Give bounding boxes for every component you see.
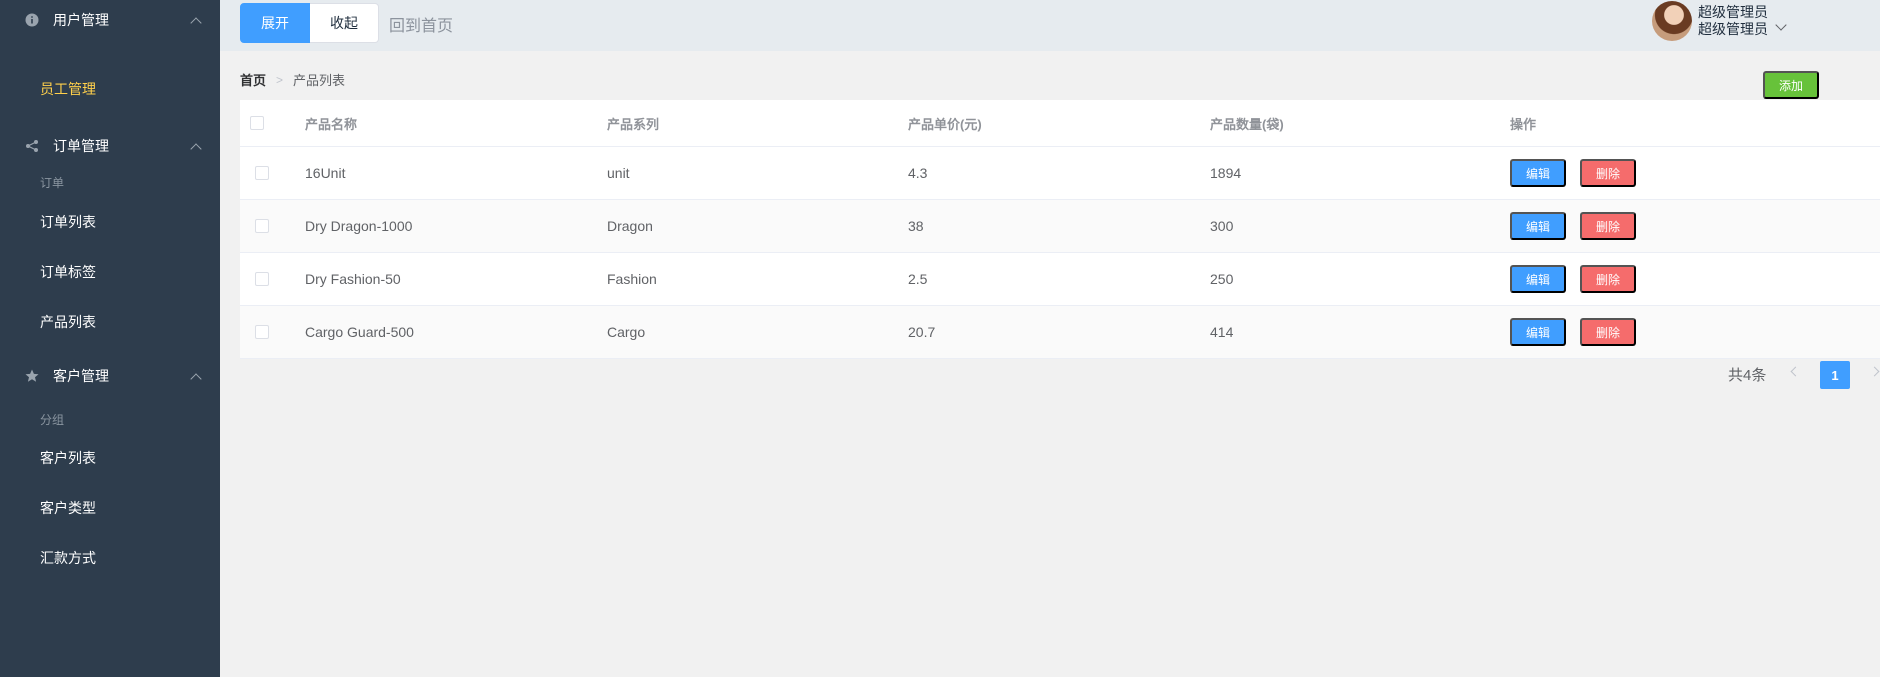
chevron-up-icon (190, 373, 202, 385)
column-header: 产品名称 (305, 116, 358, 132)
menu-item-order-tags[interactable]: 订单标签 (0, 252, 220, 292)
cell-product-series: unit (607, 165, 630, 181)
menu-item-label: 订单列表 (40, 214, 96, 230)
chevron-down-icon[interactable] (1775, 19, 1787, 31)
breadcrumb-current: 产品列表 (293, 73, 346, 88)
cell-product-name: 16Unit (305, 165, 346, 181)
menu-item-remittance-method[interactable]: 汇款方式 (0, 538, 220, 578)
delete-button[interactable]: 删除 (1580, 212, 1636, 240)
row-checkbox[interactable] (255, 166, 269, 180)
chevron-up-icon (190, 17, 202, 29)
row-checkbox[interactable] (255, 272, 269, 286)
menu-item-label: 客户列表 (40, 450, 96, 466)
menu-sub-title-group: 分组 (40, 413, 65, 427)
table-row: Dry Fashion-50 Fashion 2.5 250 编辑 删除 (240, 253, 1880, 306)
cell-product-name: Dry Dragon-1000 (305, 218, 413, 234)
menu-group-user-management[interactable]: 用户管理 (0, 0, 220, 40)
back-to-home-link[interactable]: 回到首页 (389, 12, 453, 36)
edit-button[interactable]: 编辑 (1510, 265, 1566, 293)
chevron-right-icon[interactable] (1869, 366, 1880, 377)
pagination-total: 共4条 (1728, 367, 1767, 384)
user-role-dropdown[interactable]: 超级管理员 (1698, 19, 1768, 39)
star-icon (24, 368, 40, 384)
breadcrumb-home[interactable]: 首页 (240, 70, 266, 89)
column-header: 产品单价(元) (908, 116, 982, 132)
menu-group-label: 用户管理 (53, 12, 109, 28)
cell-product-series: Cargo (607, 324, 646, 340)
delete-button[interactable]: 删除 (1580, 318, 1636, 346)
menu-item-order-list[interactable]: 订单列表 (0, 202, 220, 242)
share-icon (24, 138, 40, 154)
avatar[interactable] (1652, 1, 1692, 41)
menu-group-label: 客户管理 (53, 368, 109, 384)
chevron-left-icon[interactable] (1790, 366, 1801, 377)
table-row: Dry Dragon-1000 Dragon 38 300 编辑 删除 (240, 200, 1880, 253)
breadcrumb-separator-icon: > (276, 72, 284, 87)
column-header: 操作 (1510, 116, 1537, 132)
table-row: 16Unit unit 4.3 1894 编辑 删除 (240, 147, 1880, 200)
collapse-button[interactable]: 收起 (310, 3, 379, 43)
menu-item-label: 客户类型 (40, 500, 96, 516)
edit-button[interactable]: 编辑 (1510, 212, 1566, 240)
cell-product-series: Dragon (607, 218, 653, 234)
breadcrumb: 首页 > 产品列表 (240, 70, 345, 89)
menu-sub-title-order: 订单 (40, 176, 65, 190)
table-row: Cargo Guard-500 Cargo 20.7 414 编辑 删除 (240, 306, 1880, 359)
menu-item-customer-type[interactable]: 客户类型 (0, 488, 220, 528)
sidebar: 用户管理 员工管理 订单管理 订单 订单列表 订单标签 产品列表 客户管理 分组… (0, 0, 220, 677)
info-icon (24, 12, 40, 28)
menu-item-label: 产品列表 (40, 314, 96, 330)
edit-button[interactable]: 编辑 (1510, 318, 1566, 346)
menu-group-order-management[interactable]: 订单管理 (0, 126, 220, 166)
delete-button[interactable]: 删除 (1580, 265, 1636, 293)
edit-button[interactable]: 编辑 (1510, 159, 1566, 187)
cell-unit-price: 2.5 (908, 271, 928, 287)
cell-unit-price: 20.7 (908, 324, 936, 340)
menu-item-staff-management[interactable]: 员工管理 (0, 69, 220, 109)
cell-unit-price: 38 (908, 218, 924, 234)
cell-quantity: 414 (1210, 324, 1234, 340)
cell-product-series: Fashion (607, 271, 657, 287)
cell-quantity: 300 (1210, 218, 1234, 234)
cell-quantity: 1894 (1210, 165, 1242, 181)
menu-item-label: 订单标签 (40, 264, 96, 280)
cell-product-name: Cargo Guard-500 (305, 324, 414, 340)
expand-button[interactable]: 展开 (240, 3, 310, 43)
table-header: 产品名称 产品系列 产品单价(元) 产品数量(袋) 操作 (240, 100, 1880, 147)
add-button[interactable]: 添加 (1763, 71, 1819, 99)
cell-unit-price: 4.3 (908, 165, 928, 181)
row-checkbox[interactable] (255, 325, 269, 339)
menu-item-label: 员工管理 (40, 81, 96, 97)
cell-product-name: Dry Fashion-50 (305, 271, 401, 287)
chevron-up-icon (190, 143, 202, 155)
menu-item-product-list[interactable]: 产品列表 (0, 302, 220, 342)
menu-group-customer-management[interactable]: 客户管理 (0, 356, 220, 396)
menu-item-customer-list[interactable]: 客户列表 (0, 438, 220, 478)
column-header: 产品数量(袋) (1210, 116, 1284, 132)
delete-button[interactable]: 删除 (1580, 159, 1636, 187)
menu-group-label: 订单管理 (53, 138, 109, 154)
column-header: 产品系列 (607, 116, 660, 132)
pagination-page-current[interactable]: 1 (1820, 361, 1850, 389)
select-all-checkbox[interactable] (250, 116, 264, 130)
cell-quantity: 250 (1210, 271, 1234, 287)
product-table: 产品名称 产品系列 产品单价(元) 产品数量(袋) 操作 16Unit unit… (240, 100, 1880, 359)
top-header: 展开 收起 回到首页 超级管理员 超级管理员 (220, 0, 1880, 51)
menu-item-label: 汇款方式 (40, 550, 96, 566)
row-checkbox[interactable] (255, 219, 269, 233)
